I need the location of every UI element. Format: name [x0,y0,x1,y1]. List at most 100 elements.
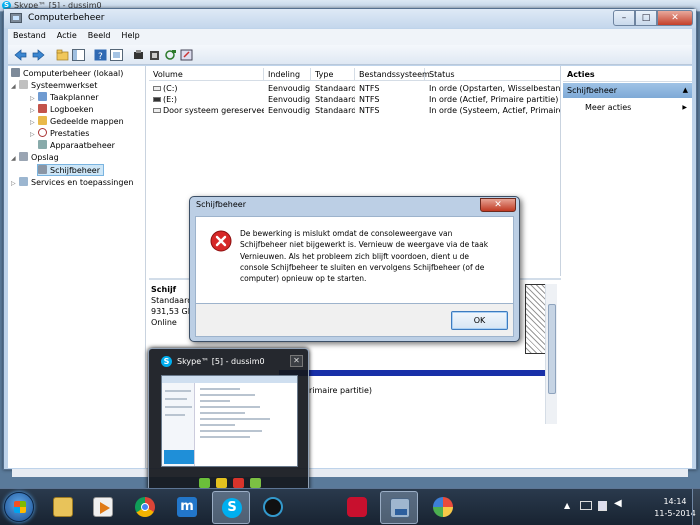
volume-list-header: Volume Indeling Type Bestandssysteem Sta… [149,68,560,81]
volume-icon [153,108,161,113]
skype-icon[interactable]: S [212,491,250,524]
vertical-scrollbar[interactable] [545,284,557,424]
collapse-arrow-icon[interactable]: ▲ [683,83,688,98]
thumbnail-close-button[interactable]: ✕ [290,355,303,367]
cell-type: Standaard [315,84,355,93]
table-row[interactable]: (C:) Eenvoudig Standaard NTFS In orde (O… [149,83,560,94]
minimize-button[interactable]: – [613,10,635,26]
tree-event-viewer[interactable]: ▷ Logboeken [30,104,94,116]
show-hidden-icons-icon[interactable]: ▲ [564,502,573,510]
cell-filesystem: NTFS [359,84,380,93]
column-filesystem[interactable]: Bestandssysteem [355,68,430,81]
expand-arrow-icon[interactable]: ▷ [30,129,38,141]
ccleaner-icon[interactable] [338,491,376,524]
thumbnail-status-button[interactable] [216,478,227,488]
tree-root[interactable]: Computerbeheer (lokaal) [11,68,123,80]
table-row[interactable]: (E:) Eenvoudig Standaard NTFS In orde (A… [149,94,560,105]
tree-storage-label: Opslag [31,153,59,162]
network-status-icon[interactable] [598,501,607,511]
thumbnail-call-button[interactable] [199,478,210,488]
actions-header: Acties [563,68,692,82]
tree-event-viewer-label: Logboeken [50,105,94,114]
maximize-button[interactable]: □ [635,10,657,26]
tree-disk-management[interactable]: Schijfbeheer [37,164,105,176]
tree-task-scheduler-label: Taakplanner [50,93,99,102]
menubar: Bestand Actie Beeld Help [8,29,692,45]
skype-thumbnail-preview[interactable]: S Skype™ [5] - dussim0 ✕ [148,348,309,493]
close-button[interactable]: ✕ [657,10,693,26]
unallocated-partition[interactable] [525,284,547,354]
menu-beeld[interactable]: Beeld [83,29,117,40]
forward-arrow-icon[interactable] [32,49,45,61]
tree-shared-folders-label: Gedeelde mappen [50,117,124,126]
thumbnail-hangup-button[interactable] [233,478,244,488]
dialog-body: De bewerking is mislukt omdat de console… [195,216,514,304]
paint-icon[interactable] [424,491,462,524]
column-volume[interactable]: Volume [149,68,264,81]
cell-type: Standaard [315,106,355,115]
taskbar: m S ▲ ◀ 14:14 11-5-2014 [0,488,700,525]
chrome-icon[interactable] [126,491,164,524]
actions-section-disk-management[interactable]: Schijfbeheer ▲ [563,83,692,98]
more-actions-link[interactable]: Meer acties ▶ [585,102,689,114]
dialog-footer: OK [195,304,514,337]
media-player-icon[interactable] [84,491,122,524]
shared-folder-icon [38,116,47,125]
connect-icon[interactable] [132,49,145,61]
bitdefender-icon[interactable] [254,491,292,524]
submenu-arrow-icon: ▶ [682,104,687,111]
network-icon[interactable] [380,491,418,524]
tree-device-manager-label: Apparaatbeheer [50,141,115,150]
ok-button[interactable]: OK [451,311,508,330]
tree-device-manager[interactable]: Apparaatbeheer [38,140,115,152]
menu-bestand[interactable]: Bestand [8,29,52,40]
actions-section-label: Schijfbeheer [567,86,618,95]
computer-management-icon [10,13,22,23]
show-desktop-button[interactable] [692,489,700,525]
back-arrow-icon[interactable] [14,49,27,61]
up-folder-icon[interactable] [56,49,69,61]
cell-volume: (E:) [163,95,177,104]
error-icon [210,230,232,254]
collapse-arrow-icon[interactable]: ◢ [11,153,19,165]
window-titlebar[interactable]: Computerbeheer – □ ✕ [4,9,696,28]
tree-services[interactable]: ▷ Services en toepassingen [11,177,133,189]
cell-volume: Door systeem gereserveerd [163,106,264,115]
tree-disk-management-label: Schijfbeheer [50,166,101,175]
thumbnail-video-button[interactable] [250,478,261,488]
menu-actie[interactable]: Actie [52,29,83,40]
delete-icon[interactable] [148,49,161,61]
properties-icon[interactable] [110,49,123,61]
tree-task-scheduler[interactable]: ▷ Taakplanner [30,92,99,104]
column-layout[interactable]: Indeling [264,68,311,81]
collapse-arrow-icon[interactable]: ◢ [11,81,19,93]
dialog-close-button[interactable]: ✕ [480,198,516,212]
start-button[interactable] [4,492,34,522]
computer-icon [11,68,20,77]
volume-icon[interactable]: ◀ [614,499,623,509]
tools-icon [19,80,28,89]
cell-filesystem: NTFS [359,106,380,115]
horizontal-scrollbar[interactable] [12,469,688,477]
tree-system-tools[interactable]: ◢ Systeemwerkset [11,80,97,92]
tree-storage[interactable]: ◢ Opslag [11,152,59,164]
more-actions-label: Meer acties [585,103,632,112]
scrollbar-thumb[interactable] [548,304,556,394]
column-status[interactable]: Status [425,68,560,81]
explorer-icon[interactable] [44,491,82,524]
action-center-icon[interactable] [580,501,592,510]
refresh-icon[interactable] [164,49,177,61]
export-icon[interactable] [180,49,193,61]
table-row[interactable]: Door systeem gereserveerd Eenvoudig Stan… [149,105,560,116]
maxthon-icon[interactable]: m [168,491,206,524]
tree-performance[interactable]: ▷ Prestaties [30,128,89,140]
show-hide-tree-icon[interactable] [72,49,85,61]
column-type[interactable]: Type [311,68,355,81]
disk-icon [38,165,47,174]
help-icon[interactable]: ? [94,49,107,61]
menu-help[interactable]: Help [116,29,145,40]
clock[interactable]: 14:14 11-5-2014 [653,496,697,520]
expand-arrow-icon[interactable]: ▷ [11,178,19,190]
tree-shared-folders[interactable]: ▷ Gedeelde mappen [30,116,124,128]
cell-layout: Eenvoudig [268,106,311,115]
